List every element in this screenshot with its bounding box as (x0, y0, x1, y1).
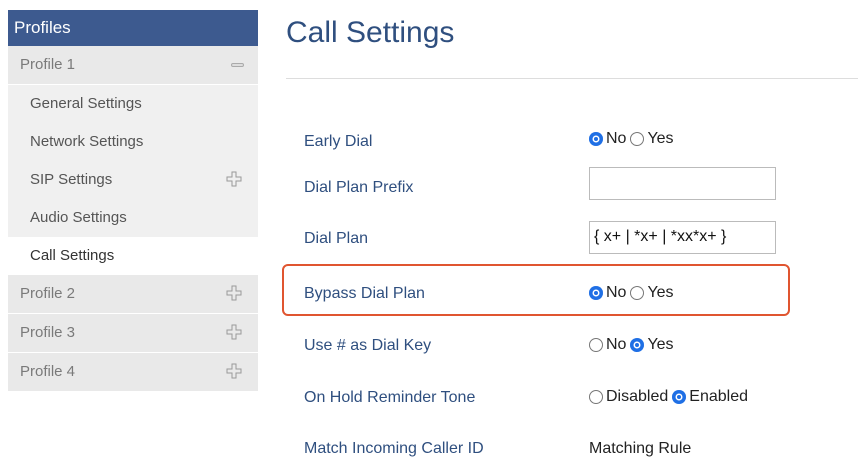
dial-plan-label: Dial Plan (304, 230, 369, 247)
radio-selected-icon[interactable] (589, 286, 603, 300)
sidebar-item-profile-2[interactable]: Profile 2 (8, 275, 258, 314)
sidebar-item-label: Profile 2 (20, 285, 76, 302)
use-hash-dial-key-label: Use # as Dial Key (304, 337, 432, 354)
early-dial-label: Early Dial (304, 133, 373, 150)
radio-selected-icon[interactable] (672, 390, 687, 404)
option-label: No (606, 284, 627, 301)
sidebar-item-sip-settings[interactable]: SIP Settings (8, 161, 258, 199)
radio-unselected-icon[interactable] (630, 132, 645, 146)
radio-unselected-icon[interactable] (589, 390, 603, 404)
sidebar-item-network-settings[interactable]: Network Settings (8, 123, 258, 161)
use-hash-option-no[interactable]: No (589, 336, 626, 354)
option-label: Disabled (606, 388, 669, 405)
sidebar-item-general-settings[interactable]: General Settings (8, 85, 258, 123)
sidebar-item-label: SIP Settings (30, 171, 113, 188)
dial-plan-prefix-input[interactable] (589, 167, 776, 200)
sidebar-item-profile-1[interactable]: Profile 1 (8, 46, 258, 85)
on-hold-option-disabled[interactable]: Disabled (589, 388, 668, 406)
radio-unselected-icon[interactable] (589, 338, 603, 352)
on-hold-radio-group: Disabled Enabled (589, 388, 752, 406)
radio-selected-icon[interactable] (630, 338, 645, 352)
early-dial-option-no[interactable]: No (589, 130, 626, 148)
collapse-icon[interactable] (231, 63, 244, 67)
expand-icon[interactable] (226, 285, 242, 301)
dial-plan-input[interactable]: { x+ | *x+ | *xx*x+ } (589, 221, 776, 254)
on-hold-option-enabled[interactable]: Enabled (672, 388, 748, 406)
sidebar-header: Profiles (8, 10, 258, 46)
divider (286, 78, 858, 79)
sidebar-item-profile-3[interactable]: Profile 3 (8, 314, 258, 353)
expand-icon[interactable] (226, 363, 242, 379)
bypass-dial-plan-option-yes[interactable]: Yes (630, 284, 674, 302)
bypass-dial-plan-option-no[interactable]: No (589, 284, 626, 302)
option-label: Yes (647, 284, 674, 301)
dial-plan-prefix-label: Dial Plan Prefix (304, 179, 414, 196)
option-label: Yes (647, 336, 674, 353)
matching-rule-text: Matching Rule (589, 440, 692, 457)
sidebar-item-label: Profile 4 (20, 363, 76, 380)
use-hash-option-yes[interactable]: Yes (630, 336, 674, 354)
bypass-dial-plan-label: Bypass Dial Plan (304, 285, 425, 302)
radio-unselected-icon[interactable] (630, 286, 645, 300)
option-label: Yes (647, 130, 674, 147)
radio-selected-icon[interactable] (589, 132, 603, 146)
use-hash-radio-group: No Yes (589, 336, 678, 354)
expand-icon[interactable] (226, 171, 242, 187)
bypass-dial-plan-radio-group: No Yes (589, 284, 678, 302)
sidebar-item-label: Call Settings (30, 247, 115, 264)
sidebar-item-audio-settings[interactable]: Audio Settings (8, 199, 258, 237)
sidebar-item-label: Profile 3 (20, 324, 76, 341)
sidebar: Profiles Profile 1 General Settings Netw… (8, 10, 258, 392)
early-dial-radio-group: No Yes (589, 130, 678, 148)
option-label: No (606, 130, 627, 147)
sidebar-item-call-settings[interactable]: Call Settings (8, 237, 258, 275)
sidebar-item-label: Audio Settings (30, 209, 127, 226)
sidebar-item-label: General Settings (30, 95, 142, 112)
sidebar-item-profile-4[interactable]: Profile 4 (8, 353, 258, 392)
early-dial-option-yes[interactable]: Yes (630, 130, 674, 148)
sidebar-item-label: Network Settings (30, 133, 144, 150)
option-label: No (606, 336, 627, 353)
option-label: Enabled (689, 388, 748, 405)
on-hold-reminder-tone-label: On Hold Reminder Tone (304, 389, 476, 406)
match-incoming-caller-id-label: Match Incoming Caller ID (304, 440, 484, 457)
sidebar-item-label: Profile 1 (20, 56, 76, 73)
page-title: Call Settings (286, 16, 455, 49)
expand-icon[interactable] (226, 324, 242, 340)
